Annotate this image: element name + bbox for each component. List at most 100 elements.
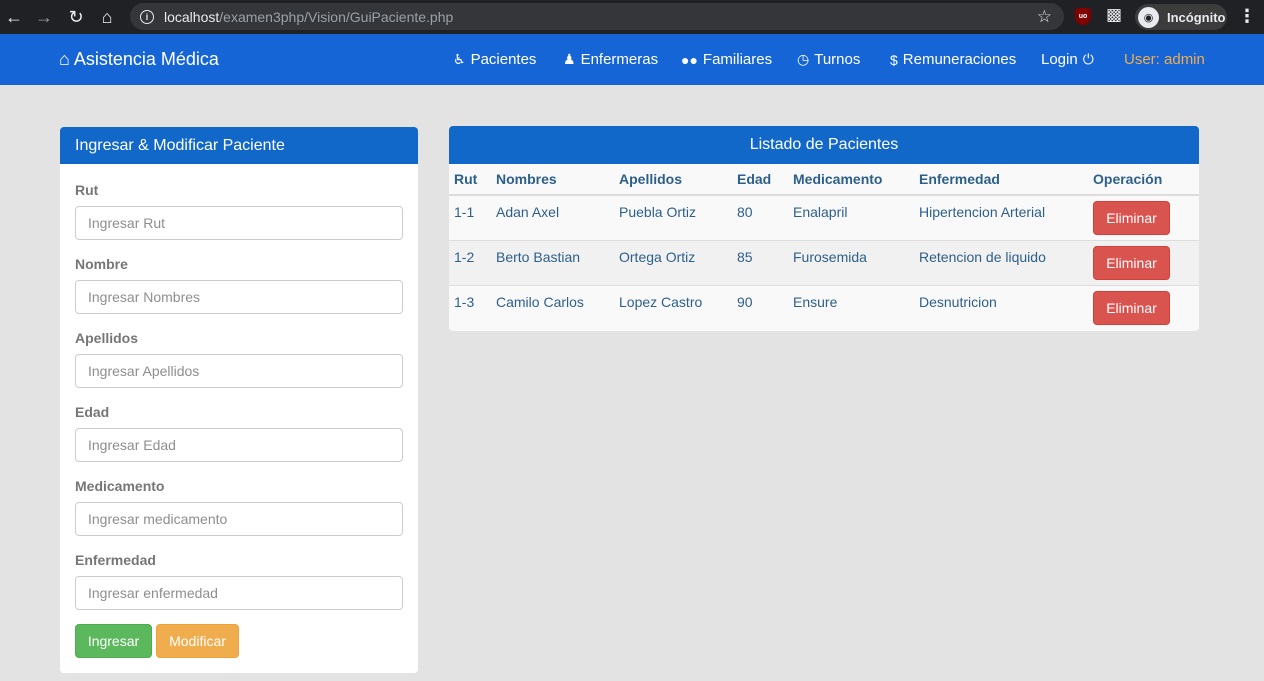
cell-medicamento: Furosemida <box>788 239 914 285</box>
nav-remuneraciones[interactable]: $ Remuneraciones <box>890 51 1016 68</box>
col-header: Operación <box>1088 164 1199 196</box>
col-header: Edad <box>732 164 788 196</box>
cell-apellidos: Lopez Castro <box>614 284 732 330</box>
col-header: Enfermedad <box>914 164 1088 196</box>
patients-list-panel: Listado de Pacientes Rut Nombres Apellid… <box>449 126 1199 331</box>
col-header: Medicamento <box>788 164 914 196</box>
table-row: 1-3 Camilo Carlos Lopez Castro 90 Ensure… <box>449 284 1199 330</box>
form-title: Ingresar & Modificar Paciente <box>60 127 418 164</box>
apellidos-label: Apellidos <box>75 330 139 346</box>
edad-input[interactable] <box>75 428 403 462</box>
nombre-input[interactable] <box>75 280 403 314</box>
cell-rut: 1-2 <box>449 239 491 285</box>
nav-familiares[interactable]: ●● Familiares <box>681 51 772 68</box>
nav-label: Familiares <box>702 51 773 68</box>
edad-group: Edad <box>75 404 403 462</box>
nav-turnos[interactable]: ◷ Turnos <box>797 51 860 68</box>
brand-link[interactable]: ⌂ Asistencia Médica <box>59 49 219 70</box>
incognito-label: Incógnito <box>1167 9 1226 25</box>
enfermedad-group: Enfermedad <box>75 552 403 610</box>
nav-login[interactable]: Login ⏻ <box>1041 51 1094 68</box>
modificar-button[interactable]: Modificar <box>156 624 239 658</box>
nav-pacientes[interactable]: ♿ Pacientes <box>453 51 536 68</box>
cell-medicamento: Ensure <box>788 284 914 330</box>
user-label[interactable]: User: admin <box>1124 51 1205 68</box>
cell-nombres: Berto Bastian <box>491 239 614 285</box>
table-header-row: Rut Nombres Apellidos Edad Medicamento E… <box>449 164 1199 196</box>
rut-label: Rut <box>75 182 99 198</box>
medicamento-input[interactable] <box>75 502 403 536</box>
forward-arrow-icon[interactable]: → <box>32 5 56 29</box>
cell-medicamento: Enalapril <box>788 194 914 240</box>
col-header: Nombres <box>491 164 614 196</box>
cell-nombres: Camilo Carlos <box>491 284 614 330</box>
power-icon: ⏻ <box>1082 51 1094 67</box>
rut-group: Rut <box>75 182 403 240</box>
apellidos-group: Apellidos <box>75 330 403 388</box>
nav-label: Remuneraciones <box>902 51 1017 68</box>
cell-nombres: Adan Axel <box>491 194 614 240</box>
patients-table: Rut Nombres Apellidos Edad Medicamento E… <box>449 164 1199 330</box>
cell-operacion: Eliminar <box>1088 194 1199 240</box>
incognito-badge[interactable]: ◉ Incógnito <box>1135 4 1227 30</box>
incognito-avatar-icon: ◉ <box>1138 6 1159 28</box>
enfermedad-label: Enfermedad <box>75 552 156 568</box>
back-arrow-icon[interactable]: ← <box>2 5 26 29</box>
table-row: 1-2 Berto Bastian Ortega Ortiz 85 Furose… <box>449 239 1199 285</box>
apellidos-input[interactable] <box>75 354 403 388</box>
wheelchair-icon: ♿ <box>453 51 466 67</box>
ingresar-button[interactable]: Ingresar <box>75 624 152 658</box>
nav-label: Turnos <box>814 51 861 68</box>
url-path: /examen3php/Vision/GuiPaciente.php <box>219 8 454 25</box>
info-icon[interactable]: i <box>140 9 154 24</box>
users-icon: ●● <box>681 51 698 68</box>
rut-input[interactable] <box>75 206 403 240</box>
cell-enfermedad: Retencion de liquido <box>914 239 1088 285</box>
cell-enfermedad: Desnutricion <box>914 284 1088 330</box>
cell-operacion: Eliminar <box>1088 239 1199 285</box>
reload-icon[interactable]: ↻ <box>64 5 88 29</box>
eliminar-button[interactable]: Eliminar <box>1093 290 1170 325</box>
nav-label: Login <box>1041 51 1078 68</box>
ublock-extension-icon[interactable]: uo <box>1075 8 1091 25</box>
nav-label: Pacientes <box>470 51 537 68</box>
eliminar-button[interactable]: Eliminar <box>1093 245 1170 280</box>
cell-edad: 90 <box>732 284 788 330</box>
browser-toolbar: ← → ↻ ⌂ i localhost/examen3php/Vision/Gu… <box>0 0 1264 34</box>
patient-form-panel: Ingresar & Modificar Paciente Rut Nombre… <box>60 127 418 673</box>
browser-menu-icon[interactable]: ⋮ <box>1238 6 1256 27</box>
eliminar-button[interactable]: Eliminar <box>1093 201 1170 235</box>
cell-rut: 1-1 <box>449 194 491 240</box>
home-icon[interactable]: ⌂ <box>95 5 119 29</box>
cell-edad: 85 <box>732 239 788 285</box>
table-row: 1-1 Adan Axel Puebla Ortiz 80 Enalapril … <box>449 194 1199 240</box>
brand-name: Asistencia Médica <box>73 49 219 69</box>
cell-edad: 80 <box>732 194 788 240</box>
nav-label: Enfermeras <box>580 51 659 68</box>
home-icon: ⌂ <box>59 49 70 69</box>
nurse-icon: ♟ <box>563 51 576 67</box>
address-bar[interactable]: i localhost/examen3php/Vision/GuiPacient… <box>130 3 1064 30</box>
enfermedad-input[interactable] <box>75 576 403 610</box>
clock-icon: ◷ <box>797 51 810 67</box>
url-host: localhost <box>164 8 220 25</box>
nombre-label: Nombre <box>75 256 128 272</box>
nav-enfermeras[interactable]: ♟ Enfermeras <box>563 51 658 68</box>
col-header: Rut <box>449 164 491 196</box>
bookmark-star-icon[interactable]: ☆ <box>1037 7 1052 27</box>
cell-rut: 1-3 <box>449 284 491 330</box>
medicamento-group: Medicamento <box>75 478 403 536</box>
cell-operacion: Eliminar <box>1088 284 1199 330</box>
col-header: Apellidos <box>614 164 732 196</box>
app-navbar: ⌂ Asistencia Médica ♿ Pacientes ♟ Enferm… <box>0 34 1264 85</box>
edad-label: Edad <box>75 404 110 420</box>
cell-enfermedad: Hipertencion Arterial <box>914 194 1088 240</box>
cell-apellidos: Puebla Ortiz <box>614 194 732 240</box>
medicamento-label: Medicamento <box>75 478 165 494</box>
table-title: Listado de Pacientes <box>449 126 1199 164</box>
cell-apellidos: Ortega Ortiz <box>614 239 732 285</box>
extensions-puzzle-icon[interactable]: ▩ <box>1106 5 1122 25</box>
url-text: localhost/examen3php/Vision/GuiPaciente.… <box>164 9 453 25</box>
dollar-icon: $ <box>890 51 898 68</box>
nombre-group: Nombre <box>75 256 403 314</box>
